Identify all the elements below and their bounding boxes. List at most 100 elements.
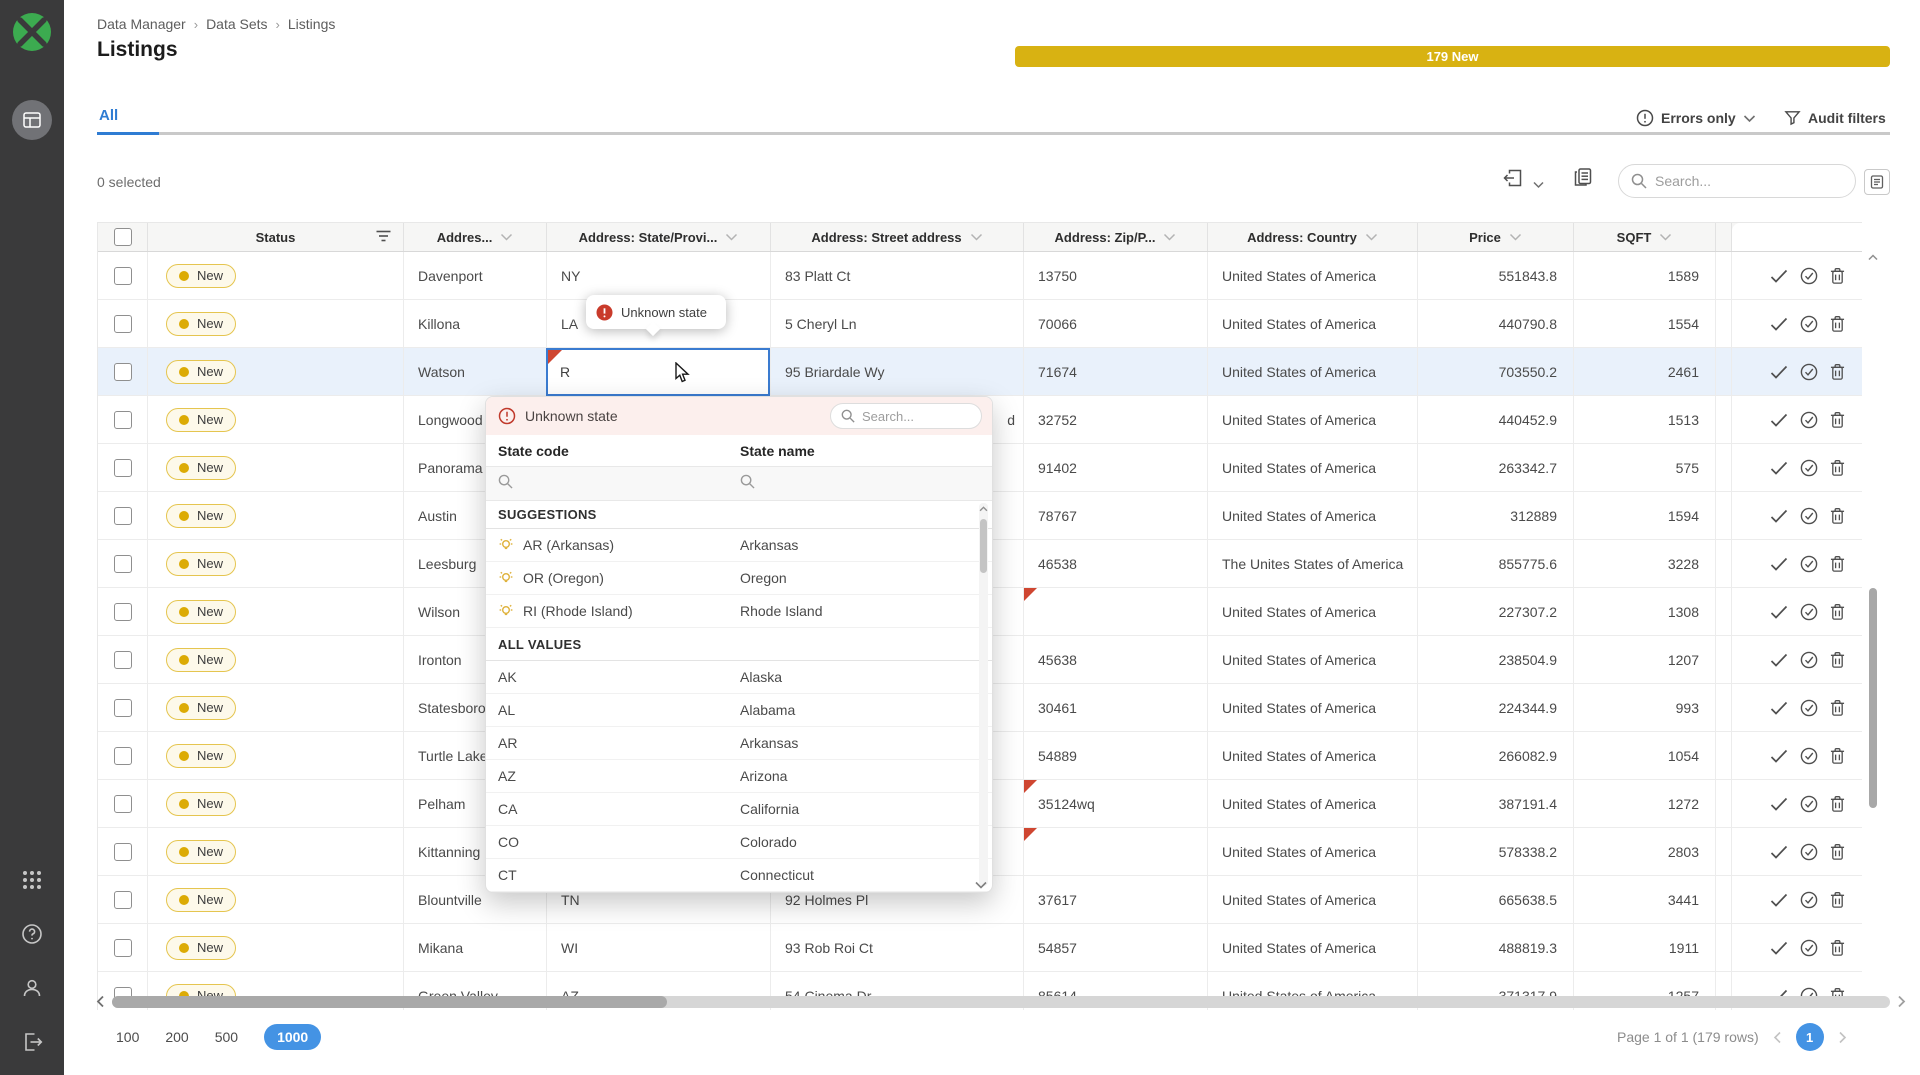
approve-all-button[interactable]	[1800, 411, 1818, 429]
cell-price[interactable]: 488819.3	[1418, 924, 1574, 971]
row-checkbox[interactable]	[114, 603, 132, 621]
cell-zip[interactable]: 78767	[1024, 492, 1208, 539]
approve-button[interactable]	[1770, 845, 1788, 859]
column-chevron[interactable]	[725, 233, 738, 241]
delete-button[interactable]	[1830, 507, 1845, 525]
row-checkbox[interactable]	[114, 507, 132, 525]
cell-country[interactable]: United States of America	[1208, 300, 1418, 347]
approve-button[interactable]	[1770, 893, 1788, 907]
row-checkbox[interactable]	[114, 363, 132, 381]
cell-sqft[interactable]: 1554	[1574, 300, 1716, 347]
approve-all-button[interactable]	[1800, 891, 1818, 909]
cell-zip[interactable]: 35124wq	[1024, 780, 1208, 827]
cell-sqft[interactable]: 2461	[1574, 348, 1716, 395]
row-checkbox[interactable]	[114, 747, 132, 765]
cell-price[interactable]: 312889	[1418, 492, 1574, 539]
approve-button[interactable]	[1770, 461, 1788, 475]
cell-price[interactable]: 551843.8	[1418, 252, 1574, 299]
help-icon[interactable]	[21, 923, 43, 945]
cell-sqft[interactable]: 1589	[1574, 252, 1716, 299]
cell-status[interactable]: New	[148, 876, 404, 923]
approve-all-button[interactable]	[1800, 507, 1818, 525]
cell-zip[interactable]: 45638	[1024, 636, 1208, 683]
cell-zip[interactable]: 13750	[1024, 252, 1208, 299]
delete-button[interactable]	[1830, 411, 1845, 429]
cell-status[interactable]: New	[148, 636, 404, 683]
delete-button[interactable]	[1830, 651, 1845, 669]
state-value-item[interactable]: CACalifornia	[486, 793, 992, 826]
cell-sqft[interactable]: 1513	[1574, 396, 1716, 443]
delete-button[interactable]	[1830, 555, 1845, 573]
cell-street[interactable]: 95 Briardale Wy	[771, 348, 1024, 395]
cell-price[interactable]: 440790.8	[1418, 300, 1574, 347]
cell-price[interactable]: 387191.4	[1418, 780, 1574, 827]
cell-status[interactable]: New	[148, 732, 404, 779]
item-details-toggle[interactable]	[1864, 169, 1890, 195]
select-all-checkbox[interactable]	[114, 228, 132, 246]
delete-button[interactable]	[1830, 459, 1845, 477]
column-chevron[interactable]	[1659, 233, 1672, 241]
column-header-address-zip-p-[interactable]: Address: Zip/P...	[1024, 223, 1208, 251]
row-checkbox[interactable]	[114, 651, 132, 669]
cell-status[interactable]: New	[148, 828, 404, 875]
cell-zip[interactable]: 32752	[1024, 396, 1208, 443]
cell-price[interactable]: 703550.2	[1418, 348, 1574, 395]
cell-sqft[interactable]: 1054	[1574, 732, 1716, 779]
cell-sqft[interactable]: 993	[1574, 684, 1716, 731]
cell-sqft[interactable]: 1594	[1574, 492, 1716, 539]
row-checkbox[interactable]	[114, 891, 132, 909]
hscroll-left-icon[interactable]	[96, 995, 105, 1008]
delete-button[interactable]	[1830, 891, 1845, 909]
export-icon[interactable]	[1502, 167, 1524, 194]
scroll-up-icon[interactable]	[1868, 254, 1878, 261]
name-filter-input[interactable]	[740, 474, 992, 494]
delete-button[interactable]	[1830, 267, 1845, 285]
select-all-header[interactable]	[98, 223, 148, 251]
cell-sqft[interactable]: 1207	[1574, 636, 1716, 683]
cell-zip[interactable]: 54857	[1024, 924, 1208, 971]
page-number-button[interactable]: 1	[1796, 1023, 1824, 1051]
cell-price[interactable]: 266082.9	[1418, 732, 1574, 779]
approve-all-button[interactable]	[1800, 603, 1818, 621]
approve-button[interactable]	[1770, 365, 1788, 379]
cell-status[interactable]: New	[148, 300, 404, 347]
cell-zip[interactable]: 46538	[1024, 540, 1208, 587]
cell-status[interactable]: New	[148, 444, 404, 491]
cell-price[interactable]: 238504.9	[1418, 636, 1574, 683]
row-checkbox[interactable]	[114, 843, 132, 861]
cell-country[interactable]: United States of America	[1208, 732, 1418, 779]
cell-country[interactable]: United States of America	[1208, 588, 1418, 635]
cell-country[interactable]: United States of America	[1208, 444, 1418, 491]
cell-country[interactable]: United States of America	[1208, 684, 1418, 731]
column-header-sqft[interactable]: SQFT	[1574, 223, 1716, 251]
cell-status[interactable]: New	[148, 252, 404, 299]
approve-all-button[interactable]	[1800, 459, 1818, 477]
state-value-item[interactable]: AKAlaska	[486, 661, 992, 694]
approve-button[interactable]	[1770, 605, 1788, 619]
approve-all-button[interactable]	[1800, 315, 1818, 333]
breadcrumb-data-sets[interactable]: Data Sets	[206, 16, 267, 32]
cell-country[interactable]: United States of America	[1208, 636, 1418, 683]
cell-country[interactable]: United States of America	[1208, 924, 1418, 971]
breadcrumb-listings[interactable]: Listings	[288, 16, 335, 32]
approve-button[interactable]	[1770, 317, 1788, 331]
horizontal-scrollbar-thumb[interactable]	[112, 996, 667, 1008]
cell-sqft[interactable]: 1911	[1574, 924, 1716, 971]
row-checkbox[interactable]	[114, 315, 132, 333]
cell-zip[interactable]: 91402	[1024, 444, 1208, 491]
cell-status[interactable]: New	[148, 492, 404, 539]
cell-city[interactable]: Davenport	[404, 252, 547, 299]
sidebar-item-data-manager[interactable]	[12, 100, 52, 140]
column-header-addres-[interactable]: Addres...	[404, 223, 547, 251]
row-checkbox[interactable]	[114, 699, 132, 717]
cell-status[interactable]: New	[148, 780, 404, 827]
prev-page-icon[interactable]	[1773, 1031, 1782, 1044]
vertical-scrollbar-thumb[interactable]	[1869, 588, 1877, 808]
cell-status[interactable]: New	[148, 924, 404, 971]
approve-all-button[interactable]	[1800, 363, 1818, 381]
popup-scrollbar-thumb[interactable]	[980, 519, 987, 573]
cell-sqft[interactable]: 575	[1574, 444, 1716, 491]
column-header-address-state-provi-[interactable]: Address: State/Provi...	[547, 223, 771, 251]
cell-status[interactable]: New	[148, 684, 404, 731]
cell-price[interactable]: 578338.2	[1418, 828, 1574, 875]
